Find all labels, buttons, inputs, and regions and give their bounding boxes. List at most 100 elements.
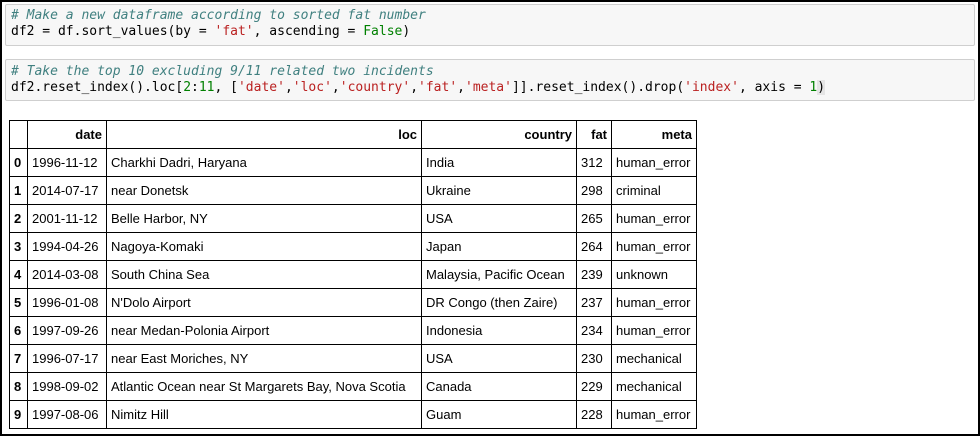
cell-country: Guam: [421, 400, 577, 429]
cell-country: India: [421, 148, 577, 177]
code-comment: # Make a new dataframe according to sort…: [11, 8, 426, 23]
cell-date: 1996-07-17: [27, 344, 107, 373]
row-index: 7: [9, 344, 28, 373]
cell-loc: near East Moriches, NY: [106, 344, 422, 373]
row-index: 9: [9, 400, 28, 429]
column-header-country: country: [421, 120, 577, 149]
table-row: 1 2014-07-17 near Donetsk Ukraine 298 cr…: [9, 176, 697, 205]
cell-date: 2014-07-17: [27, 176, 107, 205]
cell-country: Canada: [421, 372, 577, 401]
cell-meta: human_error: [611, 232, 697, 261]
code-keyword: False: [363, 24, 403, 39]
cell-date: 1994-04-26: [27, 232, 107, 261]
cell-date: 1997-08-06: [27, 400, 107, 429]
table-row: 8 1998-09-02 Atlantic Ocean near St Marg…: [9, 372, 697, 401]
cell-date: 1998-09-02: [27, 372, 107, 401]
cell-loc: South China Sea: [106, 260, 422, 289]
cell-fat: 265: [576, 204, 612, 233]
code-token: ,: [284, 80, 293, 95]
cell-country: Ukraine: [421, 176, 577, 205]
table-row: 6 1997-09-26 near Medan-Polonia Airport …: [9, 316, 697, 345]
code-token: :: [191, 80, 199, 95]
column-header-loc: loc: [106, 120, 422, 149]
code-string: 'country': [339, 80, 411, 95]
cell-country: Indonesia: [421, 316, 577, 345]
code-token: ]].reset_index().drop(: [511, 80, 685, 95]
cell-loc: Atlantic Ocean near St Margarets Bay, No…: [106, 372, 422, 401]
column-header-fat: fat: [576, 120, 612, 149]
cell-fat: 298: [576, 176, 612, 205]
row-index: 3: [9, 232, 28, 261]
code-number: 2: [183, 80, 192, 95]
code-comment: # Take the top 10 excluding 9/11 related…: [11, 64, 434, 79]
cell-country: USA: [421, 204, 577, 233]
cell-loc: N'Dolo Airport: [106, 288, 422, 317]
cell-meta: human_error: [611, 204, 697, 233]
code-token: ,: [457, 80, 465, 95]
table-row: 3 1994-04-26 Nagoya-Komaki Japan 264 hum…: [9, 232, 697, 261]
row-index: 1: [9, 176, 28, 205]
row-index: 6: [9, 316, 28, 345]
code-token: ,: [410, 80, 419, 95]
cell-meta: human_error: [611, 400, 697, 429]
cell-date: 2014-03-08: [27, 260, 107, 289]
code-token: ): [402, 24, 411, 39]
dataframe-output-table: date loc country fat meta 0 1996-11-12 C…: [9, 120, 697, 429]
code-token: ,: [331, 80, 340, 95]
table-row: 4 2014-03-08 South China Sea Malaysia, P…: [9, 260, 697, 289]
code-token: df2 = df.sort_values(by =: [11, 24, 215, 39]
code-string: 'loc': [292, 80, 332, 95]
cell-country: Malaysia, Pacific Ocean: [421, 260, 577, 289]
code-cell-sort[interactable]: # Make a new dataframe according to sort…: [5, 4, 975, 46]
code-token: df2.reset_index().loc[: [11, 80, 184, 95]
column-header-meta: meta: [611, 120, 697, 149]
code-string: 'date': [237, 80, 285, 95]
code-token: ): [817, 80, 826, 95]
table-row: 9 1997-08-06 Nimitz Hill Guam 228 human_…: [9, 400, 697, 429]
cell-loc: Belle Harbor, NY: [106, 204, 422, 233]
code-string: 'meta': [465, 80, 512, 95]
cell-fat: 312: [576, 148, 612, 177]
column-header-date: date: [27, 120, 107, 149]
cell-country: Japan: [421, 232, 577, 261]
code-statement: df2.reset_index().loc[2:11, ['date','loc…: [11, 80, 826, 96]
cell-date: 1996-11-12: [27, 148, 107, 177]
cell-loc: Charkhi Dadri, Haryana: [106, 148, 422, 177]
cell-fat: 229: [576, 372, 612, 401]
cell-meta: human_error: [611, 316, 697, 345]
code-string: 'index': [684, 80, 739, 95]
table-row: 5 1996-01-08 N'Dolo Airport DR Congo (th…: [9, 288, 697, 317]
cell-date: 1996-01-08: [27, 288, 107, 317]
table-row: 0 1996-11-12 Charkhi Dadri, Haryana Indi…: [9, 148, 697, 177]
code-cell-select[interactable]: # Take the top 10 excluding 9/11 related…: [5, 59, 975, 101]
code-string: 'fat': [214, 24, 254, 39]
notebook-frame: # Make a new dataframe according to sort…: [0, 0, 980, 436]
cell-meta: mechanical: [611, 372, 697, 401]
table-header-row: date loc country fat meta: [9, 120, 697, 149]
table-row: 2 2001-11-12 Belle Harbor, NY USA 265 hu…: [9, 204, 697, 233]
code-token: , axis =: [738, 80, 810, 95]
index-header: [9, 120, 28, 149]
cell-fat: 228: [576, 400, 612, 429]
row-index: 5: [9, 288, 28, 317]
cell-meta: mechanical: [611, 344, 697, 373]
cell-loc: Nimitz Hill: [106, 400, 422, 429]
cell-date: 1997-09-26: [27, 316, 107, 345]
cell-meta: unknown: [611, 260, 697, 289]
cell-loc: near Medan-Polonia Airport: [106, 316, 422, 345]
code-token: , ascending =: [253, 24, 364, 39]
cell-country: USA: [421, 344, 577, 373]
cell-fat: 264: [576, 232, 612, 261]
table-row: 7 1996-07-17 near East Moriches, NY USA …: [9, 344, 697, 373]
row-index: 0: [9, 148, 28, 177]
cell-date: 2001-11-12: [27, 204, 107, 233]
row-index: 8: [9, 372, 28, 401]
code-statement: df2 = df.sort_values(by = 'fat', ascendi…: [11, 24, 410, 40]
cell-meta: criminal: [611, 176, 697, 205]
row-index: 4: [9, 260, 28, 289]
cell-loc: Nagoya-Komaki: [106, 232, 422, 261]
row-index: 2: [9, 204, 28, 233]
cell-fat: 237: [576, 288, 612, 317]
code-string: 'fat': [418, 80, 458, 95]
cell-fat: 234: [576, 316, 612, 345]
